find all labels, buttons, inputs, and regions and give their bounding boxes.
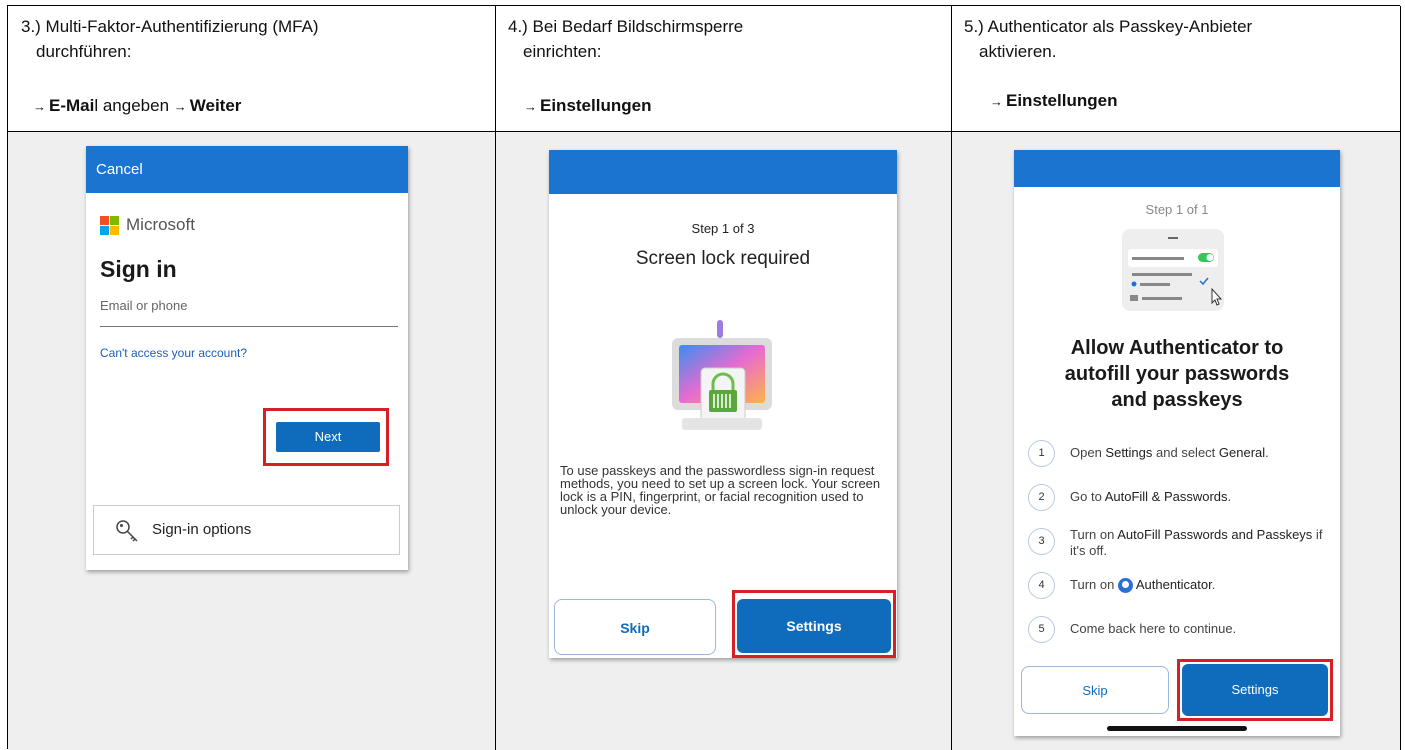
step-number: 3 [1028, 528, 1055, 555]
instruction-text: → Einstellungen [524, 96, 651, 116]
title-line: autofill your passwords [1064, 363, 1290, 385]
settings-button[interactable]: Settings [1182, 664, 1328, 716]
heading-line: 3.) Multi-Faktor-Authentifizierung (MFA) [21, 17, 319, 36]
authenticator-icon [1117, 578, 1133, 594]
skip-button[interactable]: Skip [1021, 666, 1169, 714]
next-button[interactable]: Next [276, 422, 380, 452]
list-item: 1 Open Settings and select General. [1028, 436, 1328, 480]
page-title: Allow Authenticator to autofill your pas… [1014, 335, 1340, 413]
screenshot-cell-signin: Cancel Microsoft Sign in Email or phone … [8, 132, 496, 750]
cancel-link[interactable]: Cancel [96, 161, 143, 178]
heading-line: durchführen: [36, 42, 132, 61]
screenlock-phone-screen: Step 1 of 3 Screen lock required To use … [549, 150, 897, 658]
sign-in-options-button[interactable]: Sign-in options [93, 505, 400, 555]
skip-button[interactable]: Skip [554, 599, 716, 655]
instruction-text: → Einstellungen [990, 91, 1117, 111]
heading-line: 5.) Authenticator als Passkey-Anbieter [964, 17, 1253, 36]
instruction-text: → E-Mail angeben → Weiter [33, 96, 241, 116]
column-header-step-4: 4.) Bei Bedarf Bildschirmsperre einricht… [496, 6, 952, 132]
arrow-icon: → [524, 99, 537, 114]
page-title: Sign in [100, 256, 177, 282]
instruction-keyword: E-Mai [49, 96, 95, 115]
step-number: 4 [1028, 572, 1055, 599]
step-indicator: Step 1 of 3 [691, 221, 755, 236]
instruction-text-plain: l angeben [94, 96, 174, 115]
title-line: Allow Authenticator to [1070, 337, 1284, 359]
home-indicator [1107, 726, 1247, 731]
autofill-topbar [1014, 150, 1340, 187]
list-item: 2 Go to AutoFill & Passwords. [1028, 480, 1328, 524]
heading-line: 4.) Bei Bedarf Bildschirmsperre [508, 17, 744, 36]
step-list: 1 Open Settings and select General. 2 Go… [1028, 436, 1328, 656]
list-item: 4 Turn on Authenticator. [1028, 568, 1328, 612]
column-header-step-3: 3.) Multi-Faktor-Authentifizierung (MFA)… [8, 6, 496, 132]
instruction-keyword: Einstellungen [540, 96, 652, 115]
step-number: 2 [1028, 484, 1055, 511]
column-header-step-5: 5.) Authenticator als Passkey-Anbieter a… [952, 6, 1401, 132]
signin-phone-screen: Cancel Microsoft Sign in Email or phone … [86, 146, 408, 570]
arrow-icon: → [173, 99, 187, 114]
list-item: 5 Come back here to continue. [1028, 612, 1328, 656]
instruction-keyword: Einstellungen [1006, 91, 1118, 110]
screenshot-cell-autofill: Step 1 of 1 Allow Authenticator to autof… [952, 132, 1401, 750]
title-line: and passkeys [1111, 389, 1243, 411]
microsoft-logo-icon [100, 216, 120, 236]
step-number: 1 [1028, 440, 1055, 467]
heading-line: einrichten: [523, 42, 602, 61]
email-field[interactable]: Email or phone [100, 298, 398, 327]
autofill-phone-screen: Step 1 of 1 Allow Authenticator to autof… [1014, 150, 1340, 736]
instruction-table: 3.) Multi-Faktor-Authentifizierung (MFA)… [7, 5, 1401, 750]
arrow-icon: → [990, 94, 1003, 109]
heading-line: aktivieren. [979, 42, 1057, 61]
cant-access-link[interactable]: Can't access your account? [100, 346, 247, 360]
page-title: Screen lock required [635, 248, 811, 269]
step-indicator: Step 1 of 1 [1145, 202, 1209, 217]
settings-button[interactable]: Settings [737, 599, 891, 653]
brand-name: Microsoft [126, 215, 195, 234]
settings-illustration-icon [1122, 229, 1224, 311]
signin-topbar: Cancel [86, 146, 408, 193]
sign-in-options-label: Sign-in options [152, 521, 252, 538]
key-icon [116, 520, 138, 542]
list-item: 3 Turn on AutoFill Passwords and Passkey… [1028, 524, 1328, 568]
screenlock-description: To use passkeys and the passwordless sig… [560, 463, 881, 517]
screenlock-topbar [549, 150, 897, 194]
instruction-keyword: Weiter [189, 96, 242, 115]
step-number: 5 [1028, 616, 1055, 643]
arrow-icon: → [33, 99, 46, 114]
screen-lock-illustration-icon [672, 320, 772, 430]
screenshot-cell-screenlock: Step 1 of 3 Screen lock required To use … [496, 132, 952, 750]
